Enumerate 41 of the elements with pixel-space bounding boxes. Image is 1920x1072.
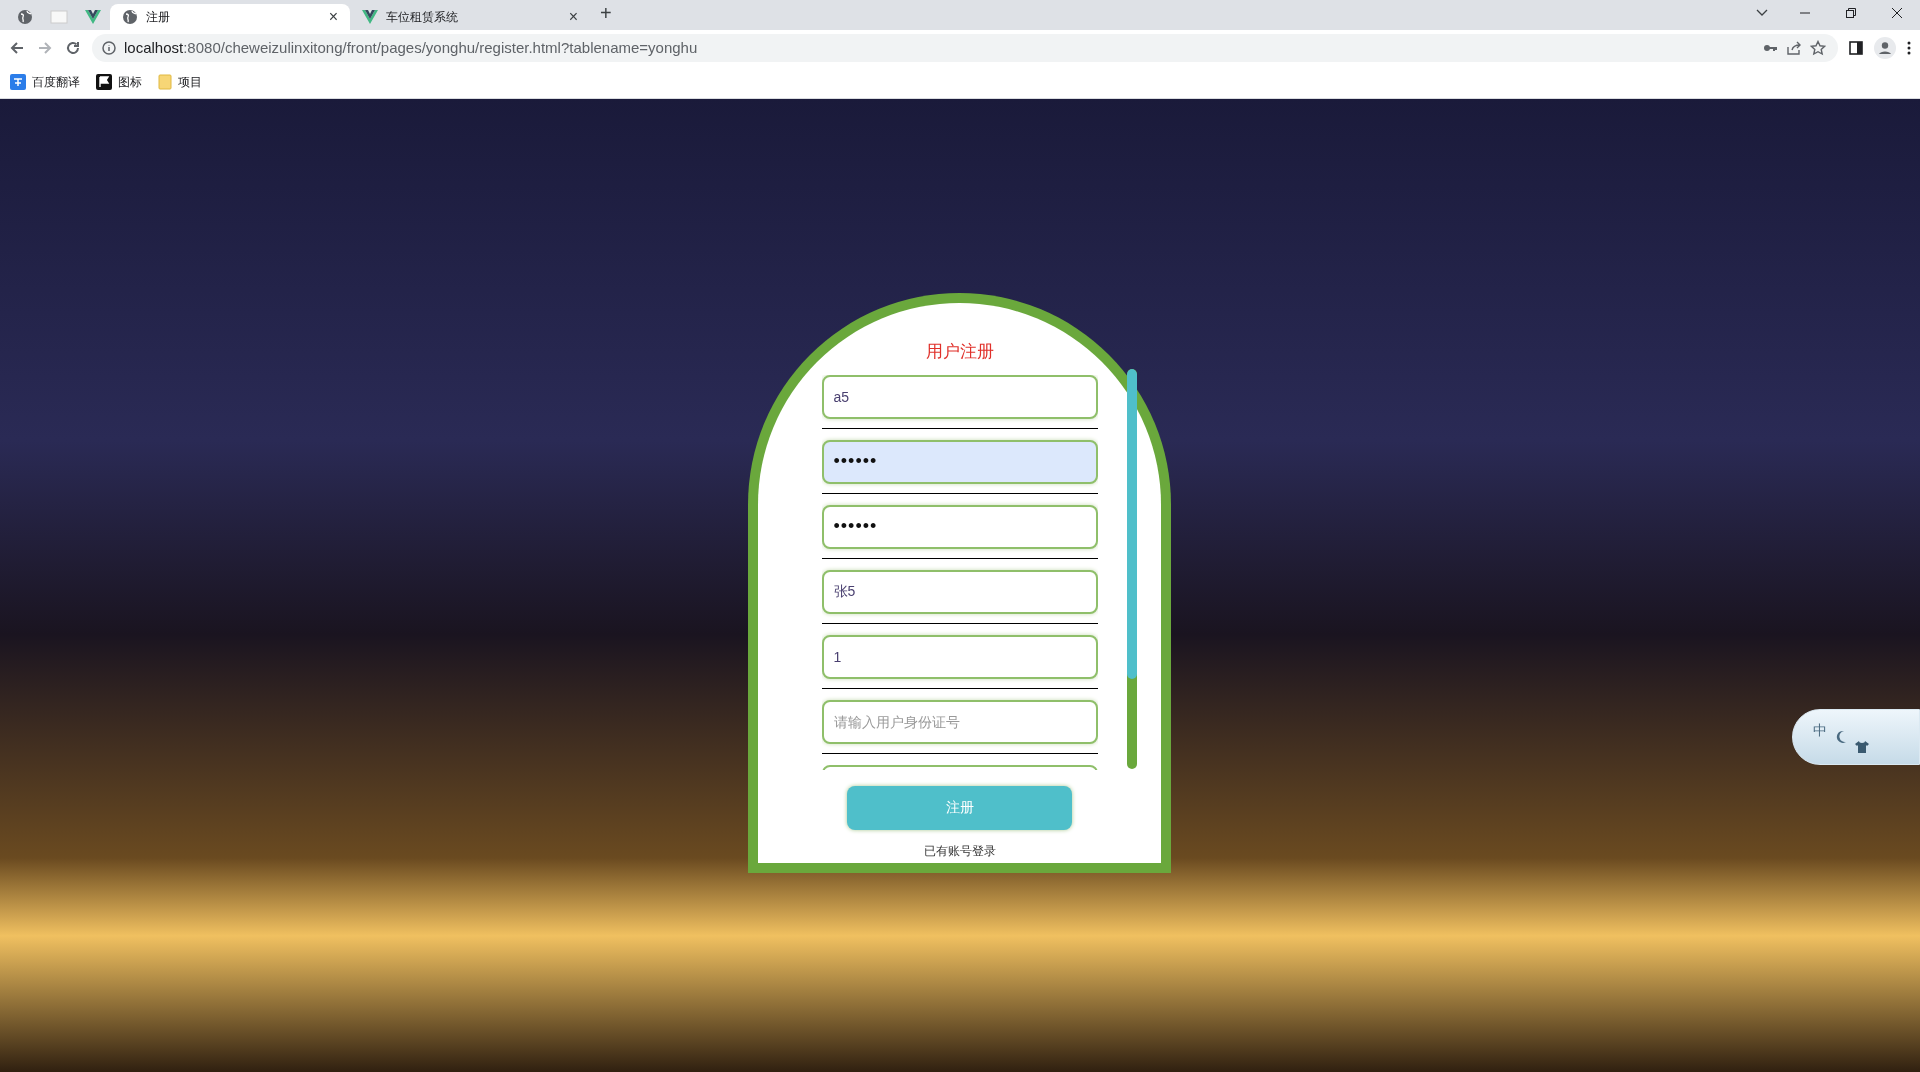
globe-icon <box>122 9 138 25</box>
browser-tab[interactable]: 车位租赁系统 × <box>350 4 590 30</box>
ime-toolbar[interactable]: 中 <box>1792 709 1920 765</box>
globe-icon <box>17 9 33 25</box>
new-tab-button[interactable]: + <box>600 0 612 28</box>
close-tab-icon[interactable]: × <box>568 5 578 29</box>
flag-icon <box>96 74 112 90</box>
folder-icon <box>158 74 172 90</box>
input-field[interactable]: 请输入用户身份证号 <box>821 699 1098 744</box>
input-mode-text: 中 <box>1813 720 1827 740</box>
translate-icon <box>10 74 26 90</box>
login-link[interactable]: 已有账号登录 <box>923 841 996 860</box>
bookmark[interactable]: 项目 <box>158 73 202 91</box>
close-icon[interactable] <box>1892 8 1902 18</box>
star-icon[interactable] <box>1810 40 1826 56</box>
input-field[interactable]: •••••• <box>821 439 1098 484</box>
input-field[interactable]: 1 <box>821 634 1098 679</box>
form-title: 用户注册 <box>925 341 994 363</box>
tab-search-icon[interactable] <box>1756 9 1768 17</box>
profile-icon[interactable] <box>1874 37 1896 59</box>
scrollbar[interactable] <box>1127 369 1137 769</box>
bookmark[interactable]: 百度翻译 <box>10 73 80 91</box>
shirt-icon <box>1855 741 1869 753</box>
restore-icon[interactable] <box>1846 8 1856 18</box>
page-icon <box>50 10 68 24</box>
menu-icon[interactable] <box>1906 40 1912 56</box>
v-logo-icon <box>362 10 378 24</box>
info-icon[interactable] <box>102 41 116 55</box>
moon-icon <box>1835 730 1847 744</box>
reload-icon[interactable] <box>64 39 82 57</box>
close-tab-icon[interactable]: × <box>328 5 338 29</box>
input-field[interactable]: •••••• <box>821 504 1098 549</box>
url-text: localhost:8080/cheweizulinxitong/front/pages/yonghu/register.html?tablename=yonghu <box>124 37 698 58</box>
address-bar[interactable]: localhost:8080/cheweizulinxitong/front/pages/yonghu/register.html?tablename=yonghu <box>92 34 1838 62</box>
bookmark[interactable]: 图标 <box>96 73 142 91</box>
input-field[interactable]: a5 <box>821 374 1098 419</box>
side-panel-icon[interactable] <box>1848 40 1864 56</box>
browser-tab[interactable]: 注册 × <box>110 4 350 30</box>
share-icon[interactable] <box>1786 40 1802 56</box>
v-logo-icon <box>85 10 101 24</box>
input-field[interactable]: 张5 <box>821 569 1098 614</box>
